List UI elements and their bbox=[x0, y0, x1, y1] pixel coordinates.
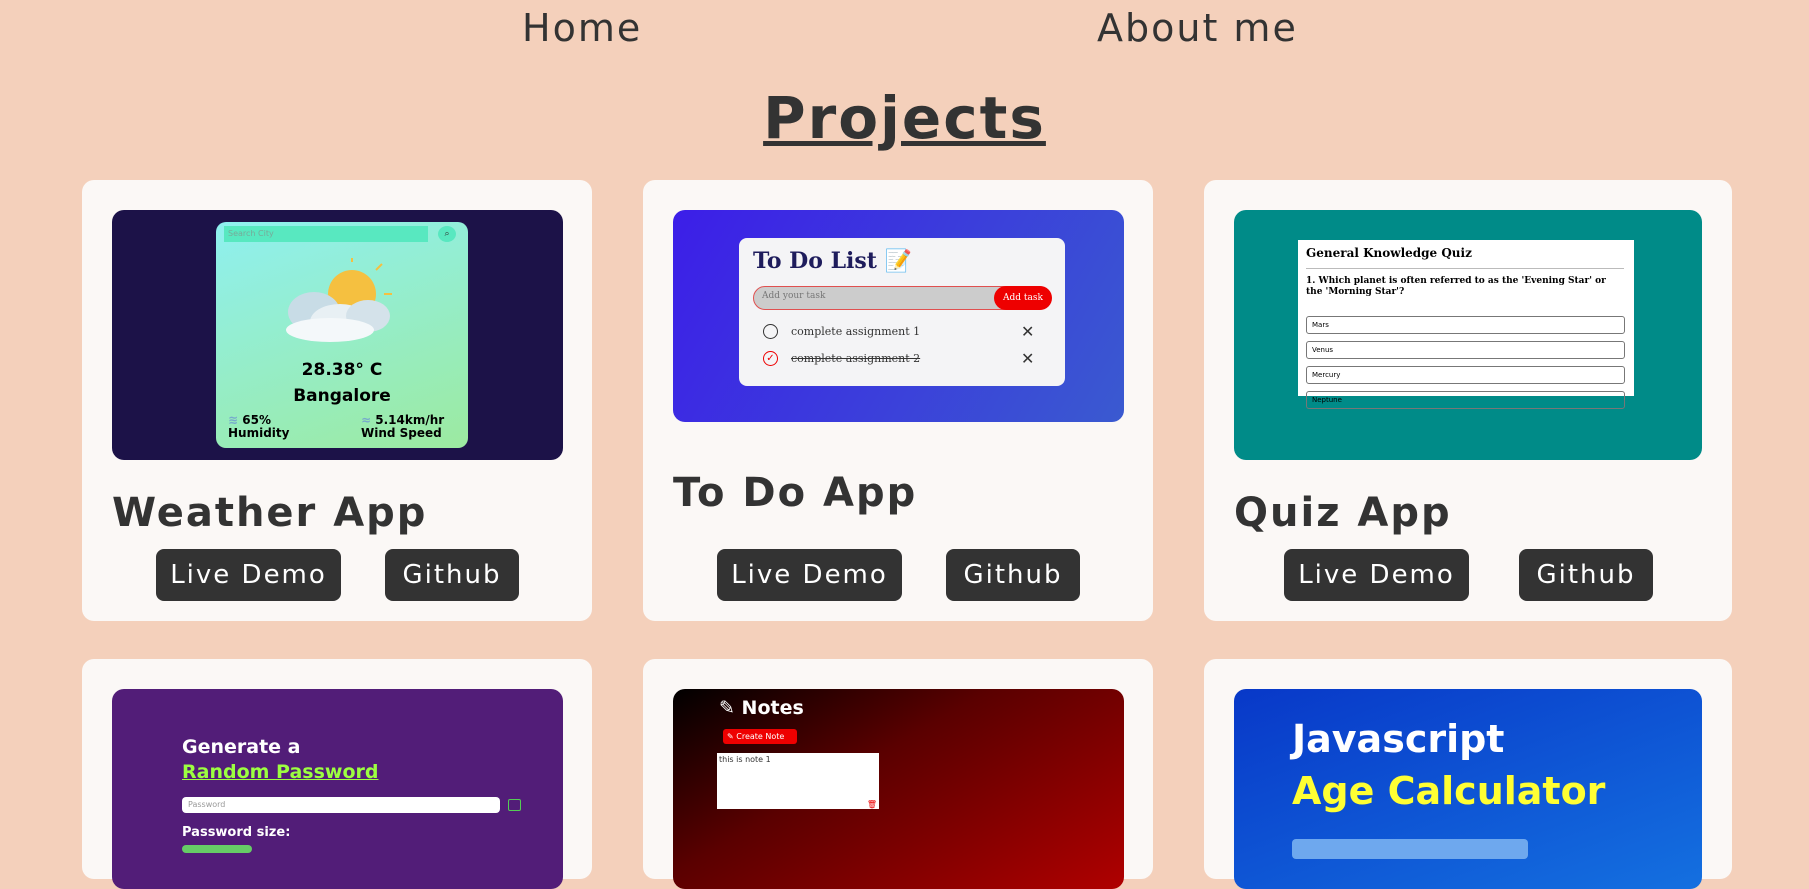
live-demo-button[interactable]: Live Demo bbox=[717, 549, 902, 601]
close-icon: ✕ bbox=[1021, 322, 1035, 341]
project-card-quiz: General Knowledge Quiz 1. Which planet i… bbox=[1204, 180, 1732, 621]
unchecked-circle-icon bbox=[763, 324, 778, 339]
password-input: Password bbox=[182, 797, 500, 813]
wind-value: 5.14km/hr bbox=[375, 413, 445, 427]
checked-circle-icon: ✓ bbox=[763, 351, 778, 366]
project-card-password: Generate a Random Password Password Pass… bbox=[82, 659, 592, 889]
weather-app-preview: Search City ⌕ 28.38° C Bangalore ≋ 65% H… bbox=[112, 210, 563, 460]
humidity-stat: ≋ 65% Humidity bbox=[228, 414, 289, 440]
page-title: Projects bbox=[763, 84, 1046, 152]
humidity-value: 65% bbox=[242, 413, 271, 427]
todo-app-preview: To Do List 📝 Add your task Add task comp… bbox=[673, 210, 1124, 422]
humidity-icon: ≋ bbox=[228, 413, 239, 427]
quiz-heading: General Knowledge Quiz bbox=[1306, 246, 1472, 260]
weather-search-input: Search City bbox=[224, 226, 428, 242]
quiz-app-preview: General Knowledge Quiz 1. Which planet i… bbox=[1234, 210, 1702, 460]
github-button[interactable]: Github bbox=[1519, 549, 1653, 601]
project-card-age: Javascript Age Calculator bbox=[1204, 659, 1732, 889]
date-input bbox=[1292, 839, 1528, 859]
quiz-panel: General Knowledge Quiz 1. Which planet i… bbox=[1298, 240, 1634, 409]
search-icon: ⌕ bbox=[438, 226, 456, 242]
quiz-option: Mercury bbox=[1306, 366, 1625, 384]
pencil-icon: ✎ bbox=[727, 732, 734, 741]
weather-panel: Search City ⌕ 28.38° C Bangalore ≋ 65% H… bbox=[216, 222, 468, 448]
wind-stat: ≈ 5.14km/hr Wind Speed bbox=[361, 414, 444, 440]
project-card-todo: To Do List 📝 Add your task Add task comp… bbox=[643, 180, 1153, 621]
project-title: Weather App bbox=[112, 490, 428, 536]
cloud-sun-icon bbox=[286, 258, 392, 342]
note-area: this is note 1 🗑 bbox=[717, 753, 879, 809]
weather-city: Bangalore bbox=[293, 386, 391, 406]
todo-task-completed: complete assignment 2 bbox=[791, 352, 921, 365]
quiz-option: Neptune bbox=[1306, 391, 1625, 409]
copy-icon bbox=[508, 799, 521, 811]
nav-home-link[interactable]: Home bbox=[522, 6, 642, 50]
github-button[interactable]: Github bbox=[385, 549, 519, 601]
trash-icon: 🗑 bbox=[866, 800, 877, 809]
create-note-button: ✎ Create Note bbox=[723, 729, 797, 744]
todo-task: complete assignment 1 bbox=[791, 325, 921, 338]
todo-input: Add your task Add task bbox=[753, 286, 1052, 310]
project-title: Quiz App bbox=[1234, 490, 1452, 536]
live-demo-button[interactable]: Live Demo bbox=[1284, 549, 1469, 601]
password-size-slider bbox=[182, 845, 252, 853]
quiz-question: 1. Which planet is often referred to as … bbox=[1306, 276, 1606, 297]
notes-title: ✎ Notes bbox=[719, 697, 804, 719]
note-icon: ✎ bbox=[719, 697, 735, 719]
github-button[interactable]: Github bbox=[946, 549, 1080, 601]
quiz-option: Mars bbox=[1306, 316, 1625, 334]
weather-temperature: 28.38° C bbox=[301, 360, 383, 380]
age-heading-line1: Javascript bbox=[1292, 717, 1505, 761]
password-heading: Generate a Random Password bbox=[182, 736, 379, 783]
close-icon: ✕ bbox=[1021, 349, 1035, 368]
password-size-label: Password size: bbox=[182, 825, 291, 840]
top-nav: Home About me bbox=[0, 0, 1809, 60]
divider bbox=[1306, 268, 1624, 269]
quiz-option: Venus bbox=[1306, 341, 1625, 359]
project-card-notes: ✎ Notes ✎ Create Note this is note 1 🗑 bbox=[643, 659, 1153, 889]
wind-icon: ≈ bbox=[361, 413, 372, 427]
wind-label: Wind Speed bbox=[361, 426, 442, 440]
age-app-preview: Javascript Age Calculator bbox=[1234, 689, 1702, 889]
project-title: To Do App bbox=[673, 470, 918, 516]
notes-app-preview: ✎ Notes ✎ Create Note this is note 1 🗑 bbox=[673, 689, 1124, 889]
nav-about-link[interactable]: About me bbox=[1097, 6, 1298, 50]
todo-title: To Do List 📝 bbox=[753, 248, 913, 274]
project-card-weather: Search City ⌕ 28.38° C Bangalore ≋ 65% H… bbox=[82, 180, 592, 621]
password-app-preview: Generate a Random Password Password Pass… bbox=[112, 689, 563, 889]
age-heading-line2: Age Calculator bbox=[1292, 769, 1606, 813]
live-demo-button[interactable]: Live Demo bbox=[156, 549, 341, 601]
todo-panel: To Do List 📝 Add your task Add task comp… bbox=[739, 238, 1065, 386]
notepad-icon: 📝 bbox=[884, 248, 913, 274]
add-task-button: Add task bbox=[994, 286, 1052, 310]
humidity-label: Humidity bbox=[228, 426, 290, 440]
